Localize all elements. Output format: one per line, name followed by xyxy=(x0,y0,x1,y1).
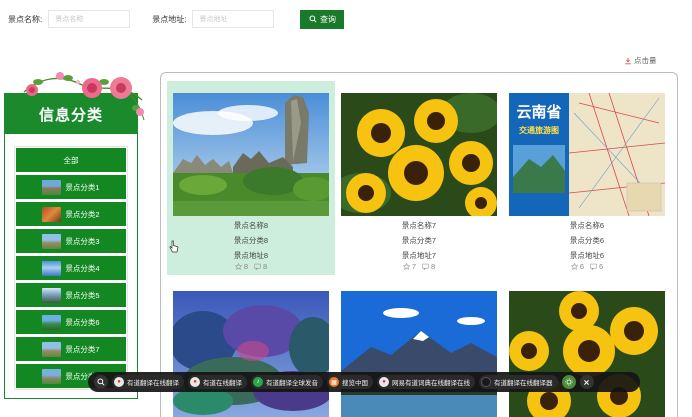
attraction-name: 景点名称8 xyxy=(233,221,269,230)
sunflower-image[interactable] xyxy=(509,291,665,417)
sort-label: 点击量 xyxy=(634,56,657,65)
attractions-grid: 景点名称8 景点分类8 景点地址8 8 8 景点名称7 景点分类7 景点地址7 … xyxy=(160,72,678,417)
sidebar-title: 信息分类 xyxy=(38,106,103,124)
category-item-1[interactable]: 景点分类1 xyxy=(16,175,126,199)
category-thumbnail xyxy=(42,287,62,303)
category-label: 景点分类4 xyxy=(65,263,100,273)
address-search-input[interactable] xyxy=(192,10,275,28)
attraction-address: 景点地址7 xyxy=(401,251,437,260)
browse-china-icon: ▦ xyxy=(329,377,339,387)
search-button[interactable]: 查询 xyxy=(300,9,345,29)
yunnan-map-image: 云南省 交通旅游图 xyxy=(509,93,665,216)
attraction-card[interactable]: 云南省 交通旅游图 景点名称6 景点分类6 景点地址6 6 6 xyxy=(503,81,671,275)
category-thumbnail xyxy=(42,368,62,384)
toolbar-item[interactable]: ♪ 有道翻译全球发音 xyxy=(251,375,323,389)
category-item-7[interactable]: 景点分类7 xyxy=(16,337,126,361)
category-item-6[interactable]: 景点分类6 xyxy=(16,310,126,334)
toolbar-item[interactable]: ● 有道翻译在线翻译 xyxy=(112,375,184,389)
category-label: 景点分类1 xyxy=(65,182,100,192)
search-icon xyxy=(309,15,317,23)
sort-by-clicks[interactable]: 点击量 xyxy=(624,55,657,66)
forest-image[interactable] xyxy=(173,291,329,417)
attraction-address: 景点地址8 xyxy=(233,251,269,260)
attraction-name: 景点名称6 xyxy=(569,221,605,230)
address-label: 景点地址: xyxy=(152,14,187,24)
toolbar-search-button[interactable] xyxy=(94,375,108,389)
category-item-5[interactable]: 景点分类5 xyxy=(16,283,126,307)
comments-count[interactable]: 8 xyxy=(254,262,267,271)
category-list: 全部 景点分类1 景点分类2 景点分类3 景点分类4 景点分类5 景点分类6 景… xyxy=(14,146,128,390)
toolbar-item[interactable]: ● 网易有道词典在线翻译在线 xyxy=(377,375,475,389)
toolbar-item[interactable]: 有道翻译在线翻译器 xyxy=(479,375,558,389)
likes-count[interactable]: 8 xyxy=(234,262,248,271)
category-item-all[interactable]: 全部 xyxy=(16,148,126,172)
attraction-address: 景点地址6 xyxy=(569,251,605,260)
name-label: 景点名称: xyxy=(8,14,43,24)
comments-count[interactable]: 8 xyxy=(422,262,435,271)
category-label: 全部 xyxy=(63,155,79,165)
map-title: 云南省 xyxy=(516,103,561,121)
toolbar-settings-button[interactable] xyxy=(561,375,576,389)
category-item-4[interactable]: 景点分类4 xyxy=(16,256,126,280)
attraction-card[interactable]: 景点名称8 景点分类8 景点地址8 8 8 xyxy=(167,81,335,275)
attraction-category: 景点分类6 xyxy=(569,236,605,245)
star-icon xyxy=(570,263,578,270)
search-button-label: 查询 xyxy=(319,14,336,24)
search-icon xyxy=(97,378,105,386)
comment-icon xyxy=(254,263,261,270)
likes-count[interactable]: 6 xyxy=(570,262,584,271)
category-label: 景点分类5 xyxy=(65,290,100,300)
attraction-name: 景点名称7 xyxy=(401,221,437,230)
attraction-category: 景点分类7 xyxy=(401,236,437,245)
name-search-input[interactable] xyxy=(48,10,131,28)
sunflower-image xyxy=(341,93,497,216)
category-label: 景点分类3 xyxy=(65,236,100,246)
category-thumbnail xyxy=(42,341,62,357)
category-thumbnail xyxy=(42,233,62,249)
map-subtitle: 交通旅游图 xyxy=(519,125,559,135)
likes-count[interactable]: 7 xyxy=(402,262,416,271)
search-bar: 景点名称: 景点地址: 查询 xyxy=(8,9,345,29)
mouse-cursor-icon xyxy=(169,240,179,253)
toolbar-close-button[interactable] xyxy=(579,375,594,389)
sidebar-header: 信息分类 xyxy=(5,94,137,134)
pronunciation-icon: ♪ xyxy=(253,377,263,387)
category-item-3[interactable]: 景点分类3 xyxy=(16,229,126,253)
dictionary-icon: ● xyxy=(379,377,389,387)
category-sidebar: 信息分类 全部 景点分类1 景点分类2 景点分类3 景点分类4 景点分类5 景点… xyxy=(4,93,138,399)
toolbar-item[interactable]: ● 有道在线翻译 xyxy=(188,375,247,389)
translator-icon xyxy=(481,377,491,387)
settings-icon xyxy=(564,378,573,386)
category-thumbnail xyxy=(42,314,62,330)
category-label: 景点分类2 xyxy=(65,209,100,219)
star-icon xyxy=(402,263,410,270)
attraction-card[interactable]: 景点名称7 景点分类7 景点地址7 7 8 xyxy=(335,81,503,275)
star-icon xyxy=(234,263,242,270)
stone-forest-image xyxy=(173,93,329,216)
mountain-image[interactable] xyxy=(341,291,497,417)
download-sort-icon xyxy=(625,57,631,64)
close-icon xyxy=(584,379,589,385)
category-label: 景点分类7 xyxy=(65,344,100,354)
category-thumbnail xyxy=(42,260,62,276)
comment-icon xyxy=(422,263,429,270)
comment-icon xyxy=(590,263,597,270)
comments-count[interactable]: 6 xyxy=(590,262,603,271)
category-thumbnail xyxy=(42,179,62,195)
youdao-icon: ● xyxy=(114,377,124,387)
category-thumbnail xyxy=(42,206,62,222)
youdao-icon: ● xyxy=(190,377,200,387)
category-item-2[interactable]: 景点分类2 xyxy=(16,202,126,226)
category-label: 景点分类6 xyxy=(65,317,100,327)
attraction-category: 景点分类8 xyxy=(233,236,269,245)
toolbar-item[interactable]: ▦ 搜览中国 xyxy=(327,375,373,389)
translation-toolbar: ● 有道翻译在线翻译 ● 有道在线翻译 ♪ 有道翻译全球发音 ▦ 搜览中国 ● … xyxy=(88,372,640,392)
